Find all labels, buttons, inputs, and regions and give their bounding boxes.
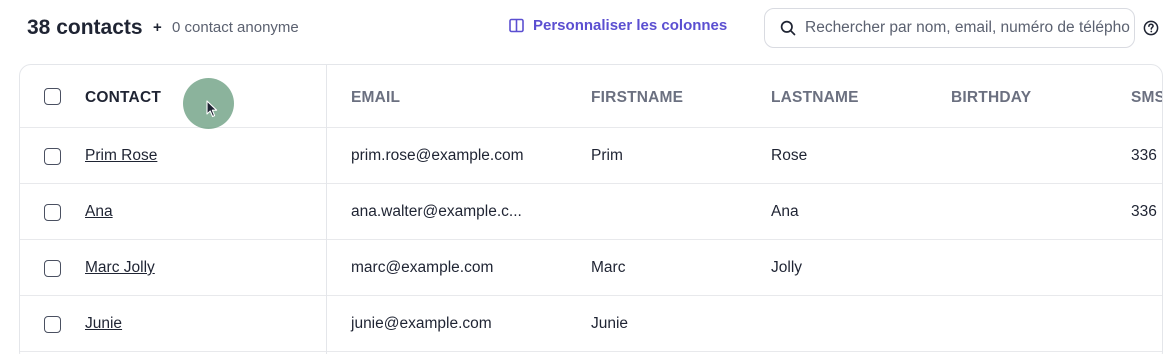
plus-sign: + [153, 19, 162, 36]
search-input[interactable] [805, 9, 1130, 47]
frozen-column-divider [326, 65, 327, 354]
anonymous-count: 0 contact anonyme [172, 19, 299, 36]
firstname-cell: Prim [591, 147, 623, 164]
table-row[interactable]: Marc Jolly marc@example.com Marc Jolly [20, 240, 1162, 296]
email-cell: prim.rose@example.com [351, 147, 524, 164]
column-header-birthday[interactable]: BIRTHDAY [951, 89, 1031, 107]
row-checkbox[interactable] [44, 204, 61, 221]
lastname-cell: Jolly [771, 259, 803, 276]
column-header-email[interactable]: EMAIL [351, 89, 400, 107]
email-cell: marc@example.com [351, 259, 494, 276]
column-header-sms[interactable]: SMS [1131, 89, 1162, 107]
sms-cell: 336 [1131, 147, 1157, 164]
search-box[interactable] [764, 8, 1135, 48]
lastname-cell: Ana [771, 203, 799, 220]
column-header-contact[interactable]: CONTACT [85, 89, 161, 107]
contact-count: 38 contacts [27, 16, 143, 39]
email-cell: junie@example.com [351, 315, 492, 332]
table-row[interactable]: Junie junie@example.com Junie [20, 296, 1162, 352]
lastname-cell: Rose [771, 147, 808, 164]
help-circle-icon[interactable] [1143, 20, 1159, 36]
sms-cell: 336 [1131, 203, 1157, 220]
column-header-lastname[interactable]: LASTNAME [771, 89, 859, 107]
row-checkbox[interactable] [44, 148, 61, 165]
firstname-cell: Marc [591, 259, 626, 276]
customize-columns-button[interactable]: Personnaliser les colonnes [509, 17, 727, 34]
row-checkbox[interactable] [44, 316, 61, 333]
contact-name-link[interactable]: Marc Jolly [85, 259, 155, 277]
contact-name-link[interactable]: Prim Rose [85, 147, 157, 165]
contact-name-link[interactable]: Junie [85, 315, 122, 333]
email-cell: ana.walter@example.c... [351, 203, 522, 220]
search-icon [780, 20, 796, 36]
row-checkbox[interactable] [44, 260, 61, 277]
columns-icon [509, 18, 524, 33]
table-row[interactable]: Ana ana.walter@example.c... Ana 336 [20, 184, 1162, 240]
contact-name-link[interactable]: Ana [85, 203, 113, 221]
column-header-firstname[interactable]: FIRSTNAME [591, 89, 683, 107]
select-all-checkbox[interactable] [44, 88, 61, 105]
customize-columns-label: Personnaliser les colonnes [533, 17, 728, 34]
firstname-cell: Junie [591, 315, 629, 332]
contacts-toolbar: 38 contacts + 0 contact anonyme Personna… [0, 0, 1176, 56]
table-row[interactable]: Prim Rose prim.rose@example.com Prim Ros… [20, 128, 1162, 184]
mouse-pointer-icon [206, 100, 218, 118]
